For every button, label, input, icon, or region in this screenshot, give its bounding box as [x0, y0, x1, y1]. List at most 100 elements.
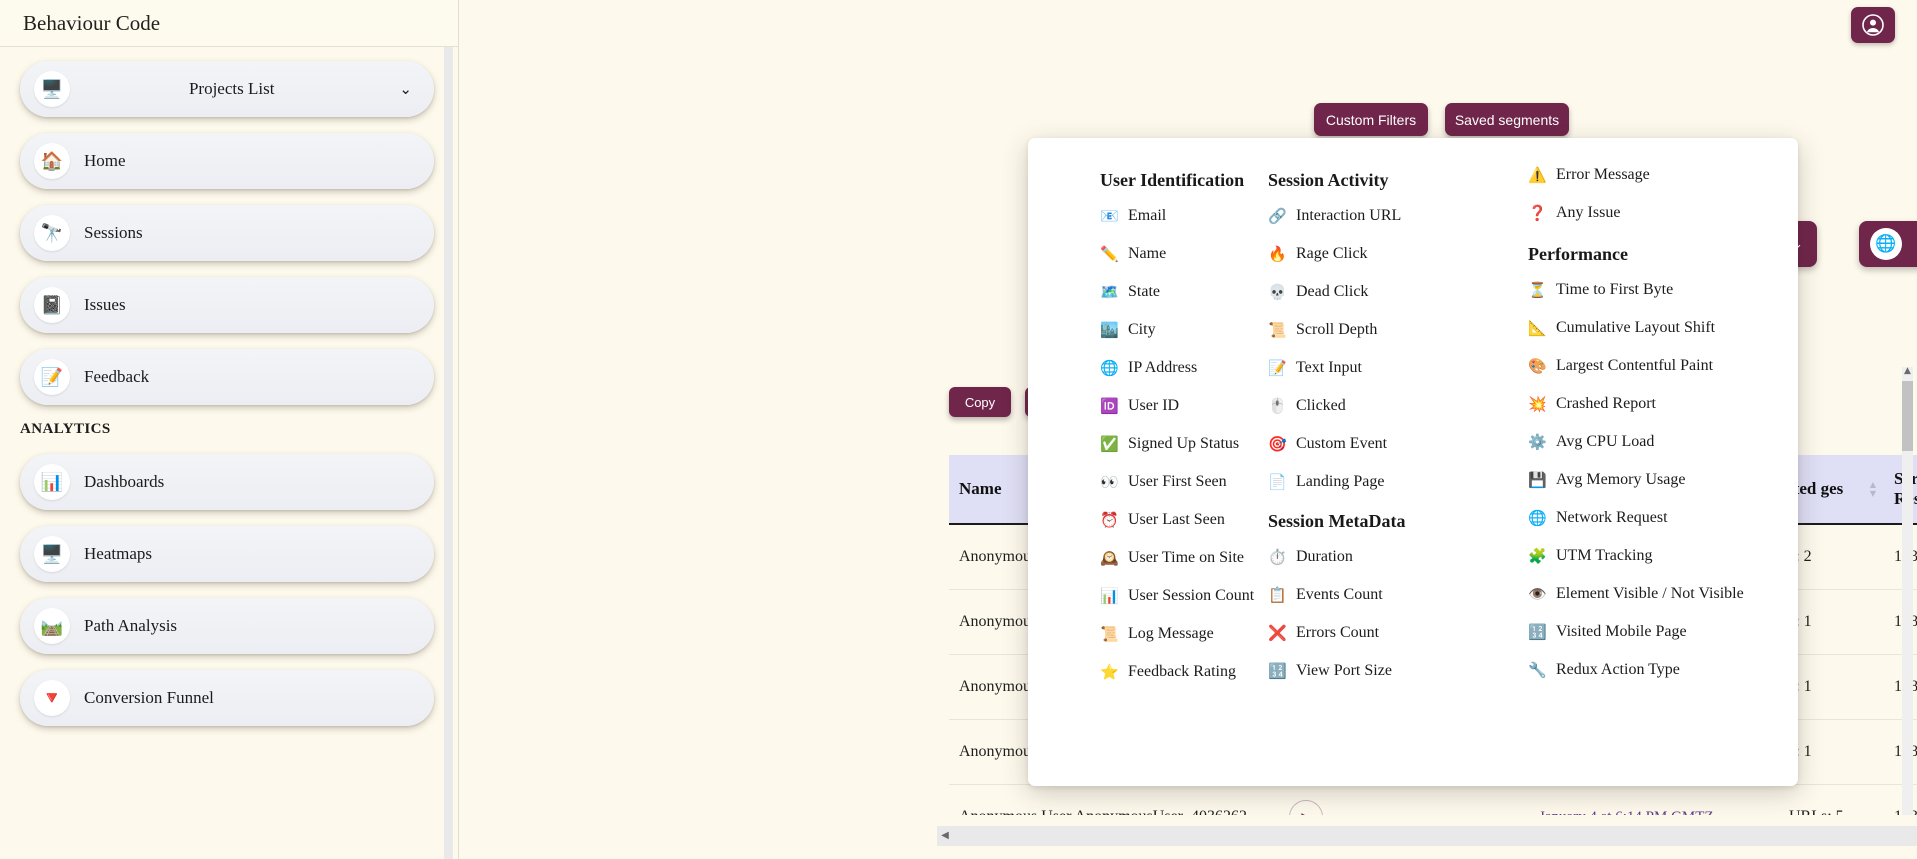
filter-option-label: IP Address	[1128, 359, 1198, 376]
table-horizontal-scrollbar[interactable]: ◀ ▶	[937, 826, 1917, 846]
filter-option-label: Custom Event	[1296, 435, 1388, 452]
feedback-icon: 📝	[34, 359, 70, 395]
filter-option-state[interactable]: 🗺️ State	[1100, 283, 1251, 301]
play-icon[interactable]: ▶	[1289, 799, 1323, 815]
filter-option-name[interactable]: ✏️ Name	[1100, 245, 1251, 263]
table-vertical-scrollbar-thumb[interactable]	[1902, 381, 1913, 451]
filter-option-label: Any Issue	[1556, 204, 1621, 221]
sidebar-header: Behaviour Code	[0, 0, 458, 47]
table-vertical-scrollbar[interactable]: ▲	[1902, 365, 1913, 815]
custom-filters-button[interactable]: Custom Filters	[1314, 103, 1428, 136]
filter-option-email[interactable]: 📧 Email	[1100, 207, 1251, 225]
timezone-label: Time Zone	[1902, 236, 1917, 253]
filter-option-text-input[interactable]: 📝 Text Input	[1268, 359, 1486, 377]
scroll-icon: 📜	[1268, 321, 1287, 339]
filter-option-avg-cpu-load[interactable]: ⚙️ Avg CPU Load	[1528, 433, 1786, 451]
filter-group-title: Session MetaData	[1268, 511, 1406, 531]
cell-date[interactable]: January 4 at 6:14 PM GMTZ	[1529, 784, 1779, 815]
cross-mark-icon: ❌	[1268, 624, 1287, 642]
filter-option-interaction-url[interactable]: 🔗 Interaction URL	[1268, 207, 1486, 225]
filter-option-duration[interactable]: ⏱️ Duration	[1268, 548, 1486, 566]
user-avatar-button[interactable]	[1851, 7, 1895, 43]
filter-option-events-count[interactable]: 📋 Events Count	[1268, 586, 1486, 604]
eyes-icon: 👀	[1100, 473, 1119, 491]
filter-option-dead-click[interactable]: 💀 Dead Click	[1268, 283, 1486, 301]
sidebar-item-label: Path Analysis	[84, 616, 178, 635]
custom-filters-dropdown-panel[interactable]: User Identification 📧 Email ✏️ Name 🗺️ Stat…	[1028, 138, 1798, 786]
filter-option-user-first-seen[interactable]: 👀 User First Seen	[1100, 473, 1251, 491]
cell-play[interactable]: ▶	[1279, 784, 1529, 815]
filter-option-clicked[interactable]: 🖱️ Clicked	[1268, 397, 1486, 415]
clock-icon: 🕰️	[1100, 549, 1119, 567]
filter-option-redux-action-type[interactable]: 🔧 Redux Action Type	[1528, 661, 1786, 679]
filter-option-element-visible[interactable]: 👁️ Element Visible / Not Visible	[1528, 585, 1786, 603]
scroll-left-arrow-icon[interactable]: ◀	[937, 826, 953, 846]
filter-option-feedback-rating[interactable]: ⭐ Feedback Rating	[1100, 663, 1251, 681]
filter-option-rage-click[interactable]: 🔥 Rage Click	[1268, 245, 1486, 263]
filter-option-label: Events Count	[1296, 586, 1383, 603]
filter-option-crashed-report[interactable]: 💥 Crashed Report	[1528, 395, 1786, 413]
filter-option-utm-tracking[interactable]: 🧩 UTM Tracking	[1528, 547, 1786, 565]
filter-option-view-port-size[interactable]: 🔢 View Port Size	[1268, 662, 1486, 680]
scroll-icon: 📜	[1100, 625, 1119, 643]
filter-option-cumulative-layout-shift[interactable]: 📐 Cumulative Layout Shift	[1528, 319, 1786, 337]
filter-option-label: Feedback Rating	[1128, 663, 1236, 680]
filter-option-custom-event[interactable]: 🎯 Custom Event	[1268, 435, 1486, 453]
globe-icon: 🌐	[1528, 509, 1547, 527]
filter-group-title: Session Activity	[1268, 170, 1389, 190]
sidebar-item-heatmaps[interactable]: 🖥️ Heatmaps	[20, 526, 434, 582]
filter-option-label: User Session Count	[1128, 587, 1255, 604]
filter-option-city[interactable]: 🏙️ City	[1100, 321, 1251, 339]
filter-option-largest-contentful-paint[interactable]: 🎨 Largest Contentful Paint	[1528, 357, 1786, 375]
id-icon: 🆔	[1100, 397, 1119, 415]
chevron-down-icon[interactable]: ⌄	[399, 80, 412, 98]
memo-icon: 📝	[1268, 359, 1287, 377]
filter-option-label: Visited Mobile Page	[1556, 623, 1687, 640]
filter-option-error-message[interactable]: ⚠️ Error Message	[1528, 166, 1786, 184]
filter-option-label: User First Seen	[1128, 473, 1227, 490]
clipboard-icon: 📋	[1268, 586, 1287, 604]
bar-chart-icon: 📊	[1100, 587, 1119, 605]
sidebar-item-label: Issues	[84, 295, 126, 314]
sidebar-item-home[interactable]: 🏠 Home	[20, 133, 434, 189]
saved-segments-button[interactable]: Saved segments	[1445, 103, 1569, 136]
filter-option-errors-count[interactable]: ❌ Errors Count	[1268, 624, 1486, 642]
sort-icon[interactable]: ▲▼	[1870, 481, 1876, 498]
timezone-button[interactable]: 🌐 Time Zone ⌄	[1859, 221, 1917, 267]
filter-option-user-session-count[interactable]: 📊 User Session Count	[1100, 587, 1255, 605]
sidebar-item-path-analysis[interactable]: 🛤️ Path Analysis	[20, 598, 434, 654]
filter-option-avg-memory-usage[interactable]: 💾 Avg Memory Usage	[1528, 471, 1786, 489]
filter-option-network-request[interactable]: 🌐 Network Request	[1528, 509, 1786, 527]
heatmap-icon: 🖥️	[34, 536, 70, 572]
sidebar-item-feedback[interactable]: 📝 Feedback	[20, 349, 434, 405]
filter-option-user-last-seen[interactable]: ⏰ User Last Seen	[1100, 511, 1251, 529]
sidebar-item-dashboards[interactable]: 📊 Dashboards	[20, 454, 434, 510]
table-row[interactable]: Anonymous User AnonymousUser_4036262 ▶ J…	[949, 784, 1917, 815]
filter-option-scroll-depth[interactable]: 📜 Scroll Depth	[1268, 321, 1486, 339]
target-icon: 🎯	[1268, 435, 1287, 453]
sidebar-item-projects-list[interactable]: 🖥️ Projects List ⌄	[20, 61, 434, 117]
filter-option-label: Crashed Report	[1556, 395, 1656, 412]
filter-option-visited-mobile-page[interactable]: 🔢 Visited Mobile Page	[1528, 623, 1786, 641]
filter-option-user-id[interactable]: 🆔 User ID	[1100, 397, 1251, 415]
filter-option-any-issue[interactable]: ❓ Any Issue	[1528, 204, 1786, 222]
scroll-up-arrow-icon[interactable]: ▲	[1902, 365, 1913, 378]
issues-icon: 📓	[34, 287, 70, 323]
sidebar-item-sessions[interactable]: 🔭 Sessions	[20, 205, 434, 261]
filter-option-user-time-on-site[interactable]: 🕰️ User Time on Site	[1100, 549, 1251, 567]
sidebar-item-conversion-funnel[interactable]: 🔻 Conversion Funnel	[20, 670, 434, 726]
sidebar-item-issues[interactable]: 📓 Issues	[20, 277, 434, 333]
session-date-link[interactable]: January 4 at 6:14 PM GMTZ	[1539, 809, 1714, 816]
sidebar-nav: 🖥️ Projects List ⌄ 🏠 Home 🔭 Sessions 📓 I…	[0, 47, 458, 859]
filter-option-signed-up-status[interactable]: ✅ Signed Up Status	[1100, 435, 1251, 453]
filter-option-time-to-first-byte[interactable]: ⏳ Time to First Byte	[1528, 281, 1786, 299]
sidebar-section-analytics: ANALYTICS	[20, 421, 111, 437]
copy-button[interactable]: Copy	[949, 387, 1011, 417]
filter-option-log-message[interactable]: 📜 Log Message	[1100, 625, 1251, 643]
sidebar-item-label: Conversion Funnel	[84, 688, 214, 707]
pencil-icon: ✏️	[1100, 245, 1119, 263]
globe-icon: 🌐	[1870, 228, 1902, 260]
filter-option-ip-address[interactable]: 🌐 IP Address	[1100, 359, 1251, 377]
filter-option-label: Interaction URL	[1296, 207, 1402, 224]
filter-option-landing-page[interactable]: 📄 Landing Page	[1268, 473, 1486, 491]
